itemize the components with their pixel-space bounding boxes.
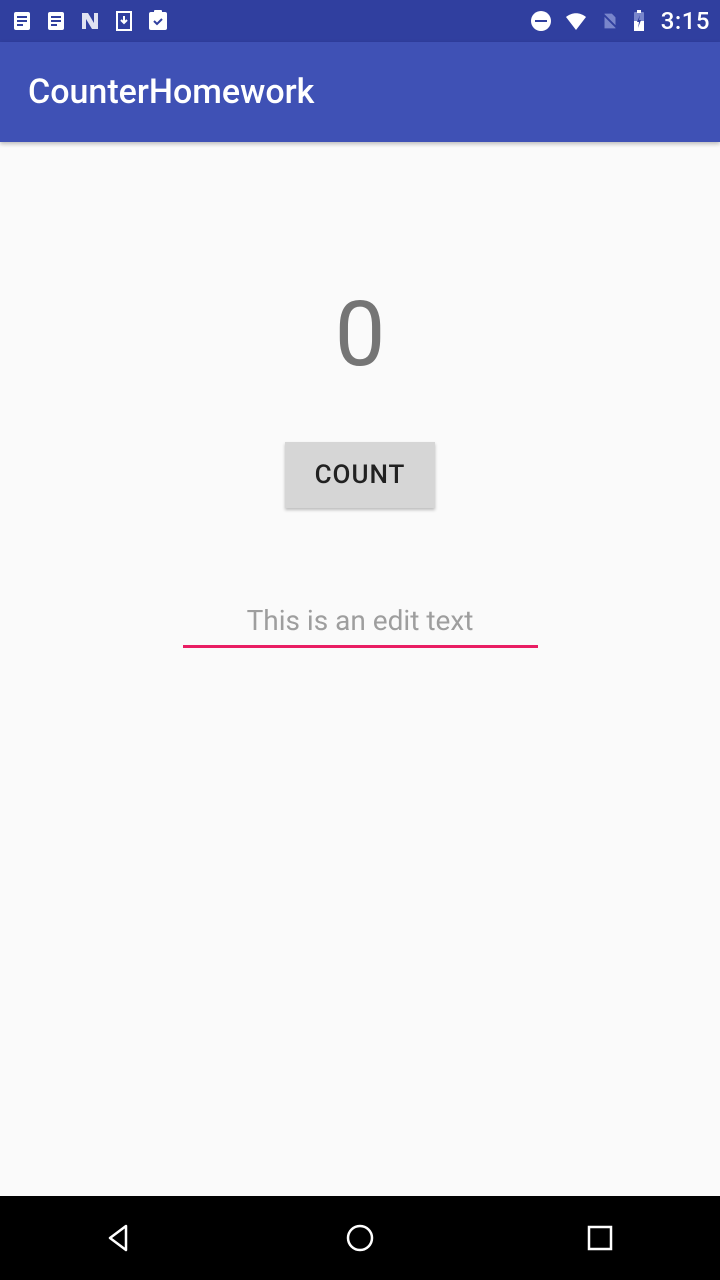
home-button[interactable] xyxy=(330,1208,390,1268)
recents-square-icon xyxy=(584,1222,616,1254)
wifi-icon xyxy=(563,9,589,33)
status-left-icons xyxy=(10,9,170,33)
home-circle-icon xyxy=(342,1220,378,1256)
edit-text-input[interactable] xyxy=(183,598,538,648)
battery-charging-icon xyxy=(631,9,647,33)
app-bar: CounterHomework xyxy=(0,42,720,142)
n-logo-icon xyxy=(78,9,102,33)
notification-doc2-icon xyxy=(44,9,68,33)
dnd-icon xyxy=(529,9,553,33)
recents-button[interactable] xyxy=(570,1208,630,1268)
clipboard-check-icon xyxy=(146,9,170,33)
screen: 3:15 CounterHomework 0 COUNT xyxy=(0,0,720,1280)
navigation-bar xyxy=(0,1196,720,1280)
status-right-icons: 3:15 xyxy=(529,7,710,35)
notification-doc-icon xyxy=(10,9,34,33)
counter-value: 0 xyxy=(335,282,386,387)
content: 0 COUNT xyxy=(0,142,720,1196)
count-button[interactable]: COUNT xyxy=(285,442,436,508)
no-sim-icon xyxy=(599,9,621,33)
edit-text-wrap xyxy=(183,598,538,648)
status-bar: 3:15 xyxy=(0,0,720,42)
download-icon xyxy=(112,9,136,33)
back-triangle-icon xyxy=(102,1220,138,1256)
back-button[interactable] xyxy=(90,1208,150,1268)
status-clock: 3:15 xyxy=(661,7,710,35)
app-title: CounterHomework xyxy=(28,72,314,112)
